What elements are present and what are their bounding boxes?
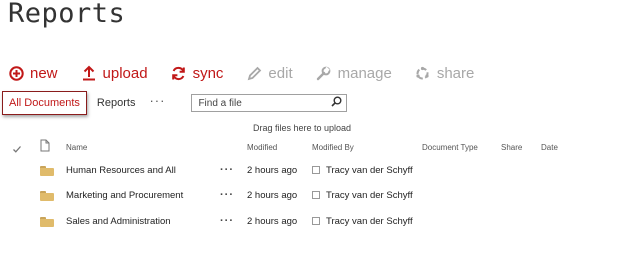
column-header-date[interactable]: Date (541, 143, 558, 152)
presence-indicator (312, 191, 320, 199)
table-row[interactable]: Marketing and Procurement ··· 2 hours ag… (0, 183, 633, 207)
row-modified-by[interactable]: Tracy van der Schyff (312, 209, 413, 233)
row-name-link[interactable]: Sales and Administration (66, 209, 171, 233)
row-modified: 2 hours ago (247, 215, 298, 227)
wrench-icon (316, 65, 332, 81)
search-input[interactable] (198, 97, 319, 109)
table-row[interactable]: Sales and Administration ··· 2 hours ago… (0, 209, 633, 233)
manage-button[interactable]: manage (316, 65, 392, 82)
search-icon[interactable] (331, 94, 342, 112)
search-box (191, 94, 348, 112)
row-more-button[interactable]: ··· (220, 209, 234, 233)
file-type-icon (40, 139, 50, 157)
column-header-share[interactable]: Share (501, 143, 522, 152)
command-toolbar: new upload sync edit manage share (8, 62, 497, 84)
folder-icon (40, 158, 54, 182)
row-modified-by-name: Tracy van der Schyff (326, 215, 413, 227)
upload-button-label: upload (102, 64, 148, 82)
row-modified-by-name: Tracy van der Schyff (326, 189, 413, 201)
view-bar: All Documents Reports ··· (2, 90, 348, 116)
upload-drop-zone[interactable]: Drag files here to upload (253, 123, 351, 133)
row-name-link[interactable]: Marketing and Procurement (66, 183, 183, 207)
add-circle-icon (8, 65, 24, 81)
edit-button[interactable]: edit (246, 64, 293, 82)
row-name-link[interactable]: Human Resources and All (66, 158, 176, 182)
upload-button[interactable]: upload (81, 65, 148, 82)
sync-icon (171, 65, 187, 81)
select-all-checkmark-icon[interactable] (12, 141, 22, 159)
view-all-documents[interactable]: All Documents (2, 91, 87, 115)
view-reports[interactable]: Reports (97, 97, 136, 109)
new-button-label: new (30, 64, 58, 82)
folder-icon (40, 183, 54, 207)
column-header-modified[interactable]: Modified (247, 143, 277, 152)
share-button-label: share (436, 64, 475, 82)
page-title: Reports (8, 0, 126, 29)
upload-arrow-icon (81, 65, 97, 81)
column-header-name[interactable]: Name (66, 143, 87, 152)
edit-button-label: edit (268, 64, 293, 82)
presence-indicator (312, 166, 320, 174)
sync-button[interactable]: sync (171, 64, 224, 82)
row-modified: 2 hours ago (247, 189, 298, 201)
share-button[interactable]: share (415, 64, 475, 82)
pencil-icon (246, 65, 262, 81)
row-modified-by[interactable]: Tracy van der Schyff (312, 158, 413, 182)
folder-icon (40, 209, 54, 233)
row-modified: 2 hours ago (247, 164, 298, 176)
share-icon (415, 65, 431, 81)
presence-indicator (312, 217, 320, 225)
manage-button-label: manage (337, 64, 392, 82)
row-modified-by-name: Tracy van der Schyff (326, 164, 413, 176)
new-button[interactable]: new (8, 65, 58, 82)
table-row[interactable]: Human Resources and All ··· 2 hours ago … (0, 158, 633, 182)
column-header-document-type[interactable]: Document Type (422, 143, 478, 152)
row-modified-by[interactable]: Tracy van der Schyff (312, 183, 413, 207)
column-header-modified-by[interactable]: Modified By (312, 143, 354, 152)
row-more-button[interactable]: ··· (220, 158, 234, 182)
more-views-button[interactable]: ··· (149, 93, 165, 108)
sync-button-label: sync (192, 64, 224, 82)
row-more-button[interactable]: ··· (220, 183, 234, 207)
